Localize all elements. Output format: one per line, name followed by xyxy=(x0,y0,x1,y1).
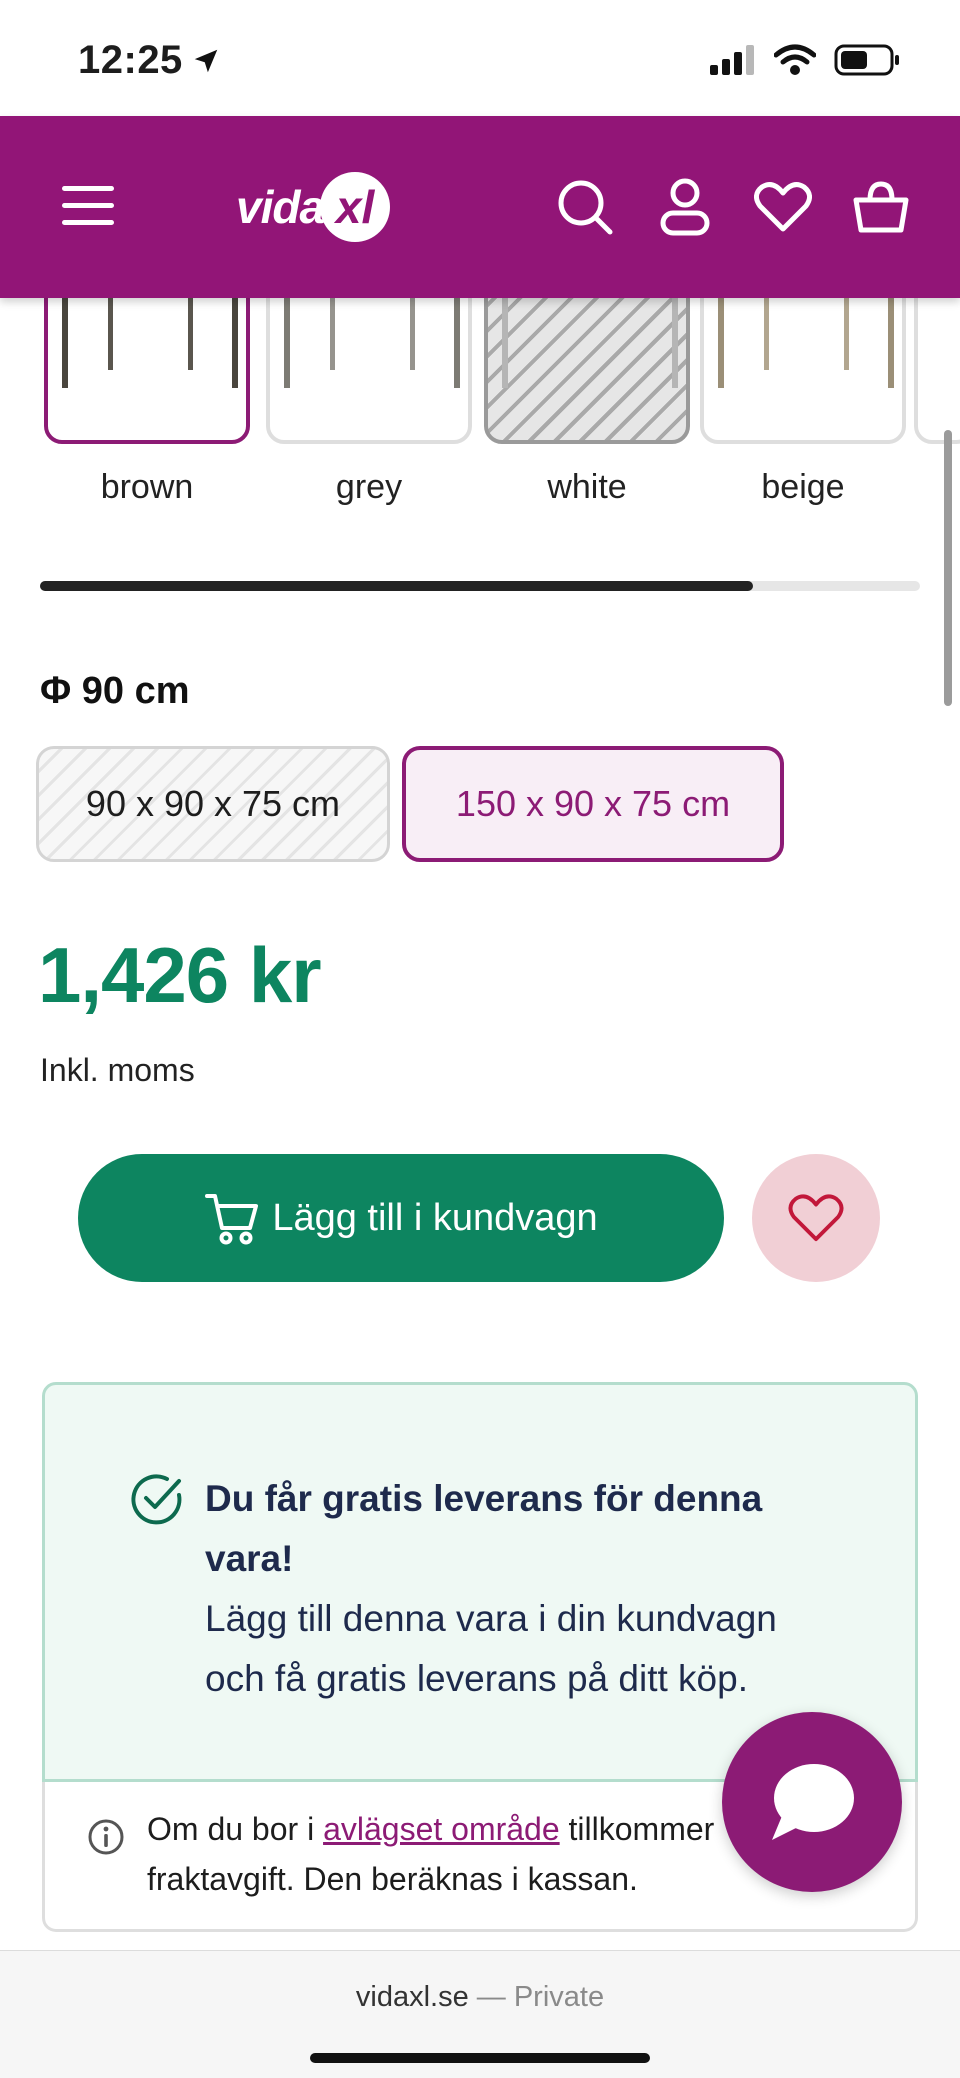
cart-icon xyxy=(205,1194,259,1245)
battery-icon xyxy=(834,44,899,76)
delivery-text: Lägg till denna vara i din kundvagn och … xyxy=(205,1598,777,1699)
url-separator: — xyxy=(468,1981,514,2013)
swatch-scroll-track[interactable] xyxy=(40,581,920,591)
swatch-next-partial[interactable] xyxy=(914,298,960,444)
swatch-white[interactable] xyxy=(484,298,690,444)
add-to-cart-button[interactable]: Lägg till i kundvagn xyxy=(78,1154,724,1282)
wifi-icon xyxy=(774,44,816,75)
location-arrow-icon xyxy=(194,49,218,72)
logo-text: vida xyxy=(236,181,325,233)
swatch-scroll-thumb[interactable] xyxy=(40,581,753,591)
info-prefix: Om du bor i xyxy=(147,1811,324,1847)
chat-button[interactable] xyxy=(722,1712,902,1892)
add-to-cart-label: Lägg till i kundvagn xyxy=(272,1196,598,1239)
swatch-label-grey: grey xyxy=(335,468,403,506)
page-scrollbar[interactable] xyxy=(944,430,952,706)
color-options: brown grey white beige xyxy=(0,298,960,528)
browser-url-bar[interactable]: vidaxl.se — Private xyxy=(0,1950,960,2078)
home-indicator[interactable] xyxy=(310,2053,650,2063)
swatch-brown[interactable] xyxy=(44,298,250,444)
url-domain: vidaxl.se xyxy=(355,1981,469,2013)
swatch-grey[interactable] xyxy=(266,298,472,444)
swatch-label-brown: brown xyxy=(100,468,194,506)
heart-icon xyxy=(788,1194,844,1242)
status-time-text: 12:25 xyxy=(78,38,183,82)
search-icon[interactable] xyxy=(550,172,620,242)
status-icons xyxy=(708,44,900,76)
url-text[interactable]: vidaxl.se — Private xyxy=(0,1981,960,2014)
swatch-label-white: white xyxy=(547,468,627,506)
cellular-signal-icon xyxy=(710,45,754,75)
add-to-wishlist-button[interactable] xyxy=(752,1154,880,1282)
product-price: 1,426 kr xyxy=(38,931,322,1019)
delivery-title: Du får gratis leverans för denna vara! xyxy=(205,1478,763,1579)
vat-note: Inkl. moms xyxy=(40,1052,195,1088)
check-circle-icon xyxy=(131,1474,182,1525)
remote-area-link[interactable]: avlägset område xyxy=(323,1811,560,1847)
swatch-label-beige: beige xyxy=(761,468,845,506)
info-icon xyxy=(88,1819,124,1855)
url-private-label: Private xyxy=(513,1981,605,2013)
size-option-150x90[interactable]: 150 x 90 x 75 cm xyxy=(402,746,784,862)
menu-icon[interactable] xyxy=(62,186,114,226)
basket-icon[interactable] xyxy=(846,172,916,242)
size-option-90x90[interactable]: 90 x 90 x 75 cm xyxy=(36,746,390,862)
site-header: vida xl xyxy=(0,116,960,298)
size-label: Φ 90 cm xyxy=(40,670,190,712)
wishlist-icon[interactable] xyxy=(748,172,818,242)
chat-bubble-icon xyxy=(772,1764,854,1840)
status-bar: 12:25 xyxy=(0,0,960,116)
swatch-beige[interactable] xyxy=(700,298,906,444)
status-time: 12:25 xyxy=(78,38,221,83)
account-icon[interactable] xyxy=(650,172,720,242)
shipping-info-text: Om du bor i avlägset område tillkommer f… xyxy=(147,1804,767,1904)
vidaxl-logo[interactable]: vida xl xyxy=(236,166,400,248)
logo-mark: xl xyxy=(320,172,391,242)
